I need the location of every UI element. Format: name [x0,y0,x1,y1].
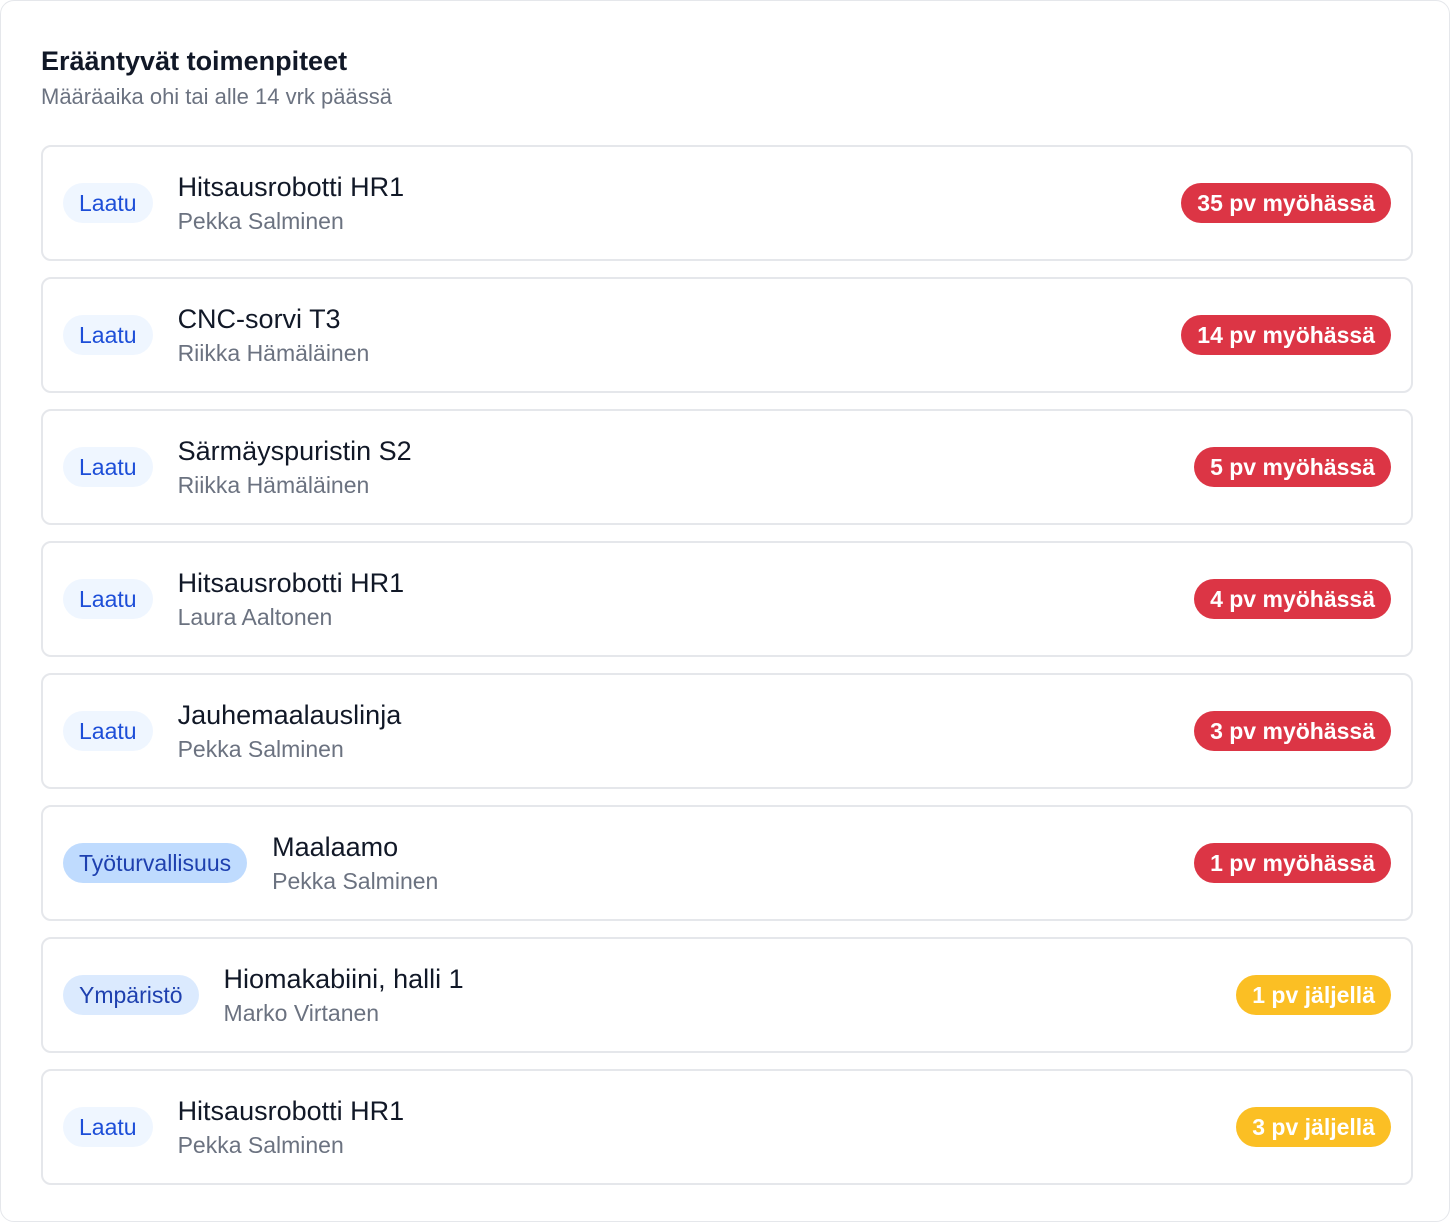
status-badge: 5 pv myöhässä [1194,447,1391,487]
action-owner: Pekka Salminen [177,736,344,762]
action-target: CNC-sorvi T3 [177,304,341,334]
category-tag: Laatu [63,579,153,619]
category-tag: Laatu [63,447,153,487]
action-item[interactable]: Työturvallisuus Maalaamo Pekka Salminen … [41,805,1413,921]
category-tag: Ympäristö [63,975,199,1015]
action-info: Särmäyspuristin S2 Riikka Hämäläinen [178,435,1195,499]
status-badge: 3 pv jäljellä [1236,1107,1391,1147]
action-target: Maalaamo [272,832,399,862]
status-badge: 4 pv myöhässä [1194,579,1391,619]
due-actions-panel: Erääntyvät toimenpiteet Määräaika ohi ta… [0,0,1450,1222]
action-info: Hitsausrobotti HR1 Laura Aaltonen [178,567,1195,631]
action-owner: Marko Virtanen [223,1000,380,1026]
category-tag: Laatu [63,315,153,355]
action-item[interactable]: Laatu Hitsausrobotti HR1 Pekka Salminen … [41,1069,1413,1185]
panel-title: Erääntyvät toimenpiteet [41,46,348,76]
action-target: Hitsausrobotti HR1 [177,1096,405,1126]
action-info: Hitsausrobotti HR1 Pekka Salminen [178,171,1182,235]
action-owner: Riikka Hämäläinen [177,472,370,498]
status-badge: 1 pv jäljellä [1236,975,1391,1015]
action-owner: Pekka Salminen [177,1132,344,1158]
action-info: Hiomakabiini, halli 1 Marko Virtanen [224,963,1237,1027]
action-item[interactable]: Laatu Hitsausrobotti HR1 Laura Aaltonen … [41,541,1413,657]
category-tag: Laatu [63,711,153,751]
action-info: CNC-sorvi T3 Riikka Hämäläinen [178,303,1182,367]
status-badge: 1 pv myöhässä [1194,843,1391,883]
status-badge: 35 pv myöhässä [1181,183,1391,223]
action-info: Hitsausrobotti HR1 Pekka Salminen [178,1095,1237,1159]
due-actions-list: Laatu Hitsausrobotti HR1 Pekka Salminen … [41,145,1413,1201]
category-tag: Työturvallisuus [63,843,248,883]
action-info: Maalaamo Pekka Salminen [272,831,1194,895]
action-owner: Riikka Hämäläinen [177,340,370,366]
action-item[interactable]: Laatu Hitsausrobotti HR1 Pekka Salminen … [41,145,1413,261]
action-target: Jauhemaalauslinja [177,700,402,730]
action-item[interactable]: Laatu CNC-sorvi T3 Riikka Hämäläinen 14 … [41,277,1413,393]
status-badge: 14 pv myöhässä [1181,315,1391,355]
action-item[interactable]: Ympäristö Hiomakabiini, halli 1 Marko Vi… [41,937,1413,1053]
action-target: Särmäyspuristin S2 [177,436,412,466]
panel-subtitle: Määräaika ohi tai alle 14 vrk päässä [41,84,392,109]
action-info: Jauhemaalauslinja Pekka Salminen [178,699,1195,763]
action-target: Hitsausrobotti HR1 [177,172,405,202]
action-target: Hitsausrobotti HR1 [177,568,405,598]
action-owner: Laura Aaltonen [177,604,333,630]
action-owner: Pekka Salminen [272,868,439,894]
category-tag: Laatu [63,1107,153,1147]
action-target: Hiomakabiini, halli 1 [223,964,464,994]
panel-header: Erääntyvät toimenpiteet Määräaika ohi ta… [41,45,392,111]
action-owner: Pekka Salminen [177,208,344,234]
category-tag: Laatu [63,183,153,223]
status-badge: 3 pv myöhässä [1194,711,1391,751]
action-item[interactable]: Laatu Särmäyspuristin S2 Riikka Hämäläin… [41,409,1413,525]
action-item[interactable]: Laatu Jauhemaalauslinja Pekka Salminen 3… [41,673,1413,789]
